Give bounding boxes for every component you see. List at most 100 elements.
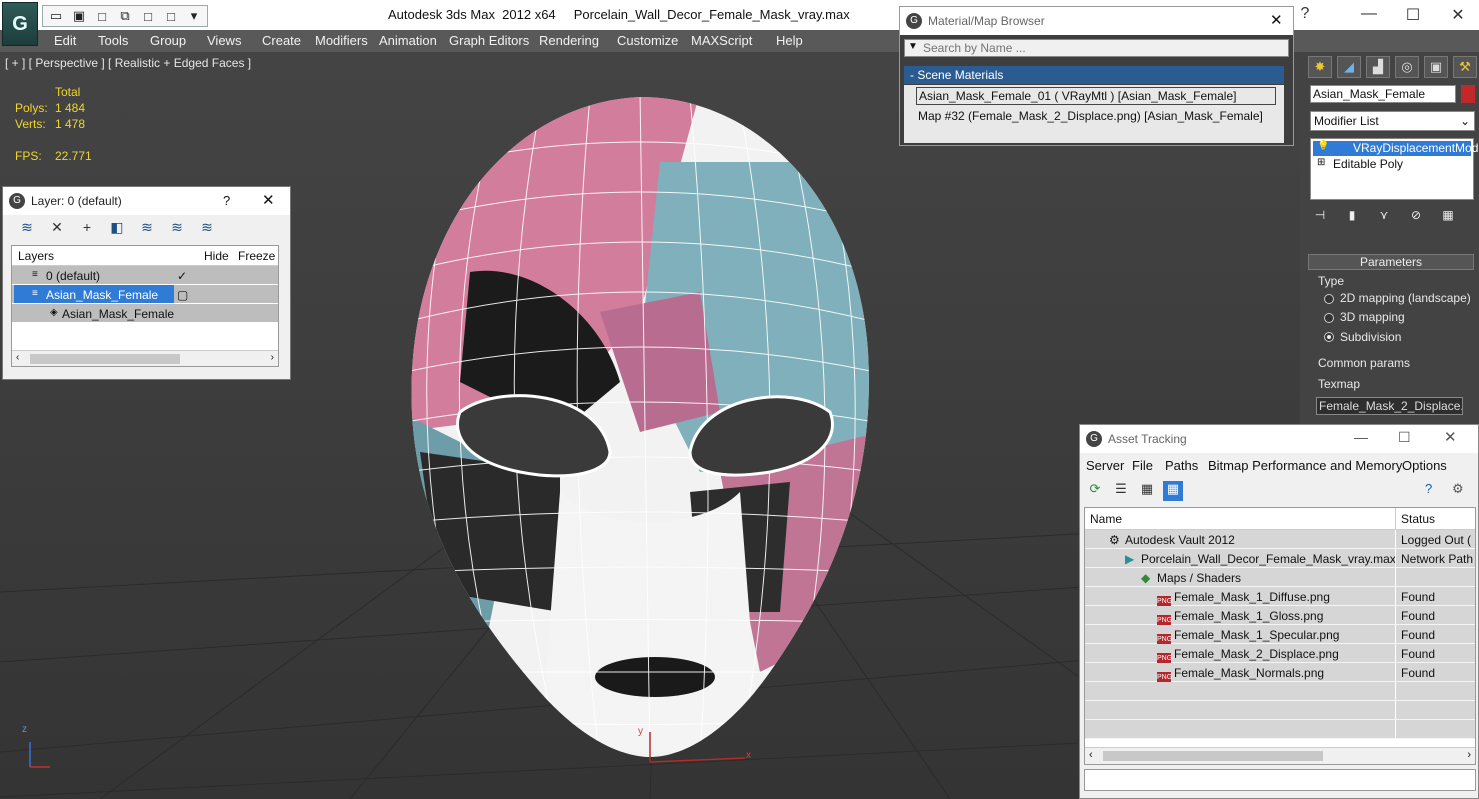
undo-icon[interactable]: □ (138, 7, 158, 25)
save-icon[interactable]: ▣ (69, 7, 89, 25)
stack-item-editable-poly[interactable]: ⊞ Editable Poly (1313, 157, 1471, 172)
maximize-icon[interactable]: ☐ (1398, 429, 1411, 446)
asset-row[interactable]: ⚙ Autodesk Vault 2012 Logged Out ( (1085, 530, 1475, 549)
asset-tracking-header[interactable]: G Asset Tracking — ☐ ✕ (1080, 425, 1478, 453)
close-icon[interactable]: ✕ (262, 191, 275, 209)
close-icon[interactable]: ✕ (1443, 5, 1473, 25)
col-hide[interactable]: Hide (204, 249, 229, 263)
object-color-swatch[interactable] (1461, 85, 1475, 103)
chevron-down-icon[interactable]: ▾ (184, 7, 204, 25)
asset-row[interactable]: ▶ Porcelain_Wall_Decor_Female_Mask_vray.… (1085, 549, 1475, 568)
layer-panel-header[interactable]: G Layer: 0 (default) ? ✕ (3, 187, 290, 215)
radio-3d-mapping[interactable] (1324, 313, 1334, 323)
menu-animation[interactable]: Animation (379, 33, 437, 48)
create-layer-icon[interactable]: ≋ (17, 219, 37, 239)
asset-row[interactable]: PNG Female_Mask_1_Gloss.png Found (1085, 606, 1475, 627)
make-unique-icon[interactable]: ⋎ (1374, 208, 1394, 228)
add-to-layer-icon[interactable]: + (77, 219, 97, 239)
horizontal-scrollbar[interactable]: ‹ › (12, 350, 278, 366)
layer-row[interactable]: ◈ Asian_Mask_Female (12, 304, 278, 323)
asset-row[interactable]: PNG Female_Mask_2_Displace.png Found (1085, 644, 1475, 665)
help-button[interactable]: ? (223, 193, 230, 208)
menu-server[interactable]: Server (1086, 458, 1124, 473)
minimize-icon[interactable]: — (1354, 429, 1368, 445)
col-status[interactable]: Status (1401, 512, 1435, 526)
menu-edit[interactable]: Edit (54, 33, 76, 48)
settings-icon[interactable]: ⚙ (1452, 481, 1464, 497)
parameters-rollout[interactable]: Parameters (1308, 254, 1474, 270)
radio-subdivision[interactable] (1324, 332, 1334, 342)
lightbulb-icon[interactable]: 💡 (1317, 141, 1329, 152)
search-input[interactable] (923, 40, 1283, 56)
scrollbar-thumb[interactable] (1103, 751, 1323, 761)
object-name-field[interactable]: Asian_Mask_Female (1310, 85, 1456, 103)
current-layer-icon[interactable]: ▢ (177, 288, 188, 302)
menu-help[interactable]: Help (776, 33, 803, 48)
pin-stack-icon[interactable]: ⊣ (1310, 208, 1330, 228)
help-icon[interactable]: ? (1425, 481, 1432, 496)
col-freeze[interactable]: Freeze (238, 249, 275, 263)
horizontal-scrollbar[interactable]: ‹ › (1085, 747, 1475, 764)
maximize-icon[interactable]: ☐ (1398, 5, 1428, 25)
menu-options[interactable]: Options (1402, 458, 1447, 473)
modify-tab-icon[interactable]: ◢ (1337, 56, 1361, 78)
search-options-icon[interactable]: ▼ (908, 41, 918, 52)
menu-rendering[interactable]: Rendering (539, 33, 599, 48)
scroll-left-icon[interactable]: ‹ (1089, 749, 1093, 761)
redo-icon[interactable]: □ (161, 7, 181, 25)
menu-views[interactable]: Views (207, 33, 241, 48)
layer-row[interactable]: ≡ 0 (default) ✓ (12, 266, 278, 285)
asset-row[interactable]: PNG Female_Mask_1_Specular.png Found (1085, 625, 1475, 646)
texmap-button[interactable]: Female_Mask_2_Displace.png) (1316, 397, 1463, 415)
stack-item-vraydisplacementmod[interactable]: 💡 VRayDisplacementMod (1313, 141, 1478, 156)
menu-maxscript[interactable]: MAXScript (691, 33, 752, 48)
material-item[interactable]: Asian_Mask_Female_01 ( VRayMtl ) [Asian_… (916, 87, 1276, 105)
motion-tab-icon[interactable]: ◎ (1395, 56, 1419, 78)
layer-row[interactable]: ⊟ ≡ Asian_Mask_Female ▢ (12, 285, 278, 304)
column-divider[interactable] (1395, 508, 1396, 529)
scroll-left-icon[interactable]: ‹ (16, 352, 19, 363)
menu-paths[interactable]: Paths (1165, 458, 1198, 473)
configure-sets-icon[interactable]: ▦ (1438, 208, 1458, 228)
close-icon[interactable]: ✕ (1270, 11, 1283, 29)
app-logo-icon[interactable]: G (2, 2, 38, 46)
hierarchy-tab-icon[interactable]: ▟ (1366, 56, 1390, 78)
create-tab-icon[interactable]: ✸ (1308, 56, 1332, 78)
material-browser-header[interactable]: G Material/Map Browser ✕ (900, 7, 1293, 35)
display-tab-icon[interactable]: ▣ (1424, 56, 1448, 78)
new-icon[interactable]: □ (92, 7, 112, 25)
menu-file[interactable]: File (1132, 458, 1153, 473)
minimize-icon[interactable]: — (1354, 5, 1384, 23)
asset-path-field[interactable] (1084, 769, 1476, 791)
modifier-list-dropdown[interactable]: Modifier List ⌄ (1310, 111, 1475, 131)
show-end-result-icon[interactable]: ▮ (1342, 208, 1362, 228)
scroll-right-icon[interactable]: › (271, 352, 274, 363)
menu-create[interactable]: Create (262, 33, 301, 48)
remove-modifier-icon[interactable]: ⊘ (1406, 208, 1426, 228)
delete-layer-icon[interactable]: ✕ (47, 219, 67, 239)
col-name[interactable]: Name (1090, 512, 1122, 526)
radio-2d-mapping[interactable] (1324, 294, 1334, 304)
highlight-layer-icon[interactable]: ≋ (137, 219, 157, 239)
hold-icon[interactable]: ⧉ (115, 7, 135, 25)
asset-row[interactable]: PNG Female_Mask_1_Diffuse.png Found (1085, 587, 1475, 608)
menu-tools[interactable]: Tools (98, 33, 128, 48)
hide-all-layers-icon[interactable]: ≋ (167, 219, 187, 239)
map-item[interactable]: Map #32 (Female_Mask_2_Displace.png) [As… (918, 109, 1263, 123)
menu-graph-editors[interactable]: Graph Editors (449, 33, 529, 48)
asset-row[interactable]: ◆ Maps / Shaders (1085, 568, 1475, 587)
close-icon[interactable]: ✕ (1444, 428, 1457, 446)
open-folder-icon[interactable]: ▭ (46, 7, 66, 25)
menu-bitmap-performance[interactable]: Bitmap Performance and Memory (1208, 458, 1402, 473)
menu-group[interactable]: Group (150, 33, 186, 48)
menu-modifiers[interactable]: Modifiers (315, 33, 368, 48)
help-icon[interactable]: ? (1290, 5, 1320, 23)
col-layers[interactable]: Layers (18, 249, 54, 263)
list-view-icon[interactable]: ☰ (1111, 481, 1131, 501)
table-view-icon[interactable]: ▦ (1163, 481, 1183, 501)
thumbnail-view-icon[interactable]: ▦ (1137, 481, 1157, 501)
scene-materials-section[interactable]: - Scene Materials (904, 66, 1284, 84)
scrollbar-thumb[interactable] (30, 354, 180, 364)
utilities-tab-icon[interactable]: ⚒ (1453, 56, 1477, 78)
viewport-label[interactable]: [ + ] [ Perspective ] [ Realistic + Edge… (5, 56, 251, 70)
